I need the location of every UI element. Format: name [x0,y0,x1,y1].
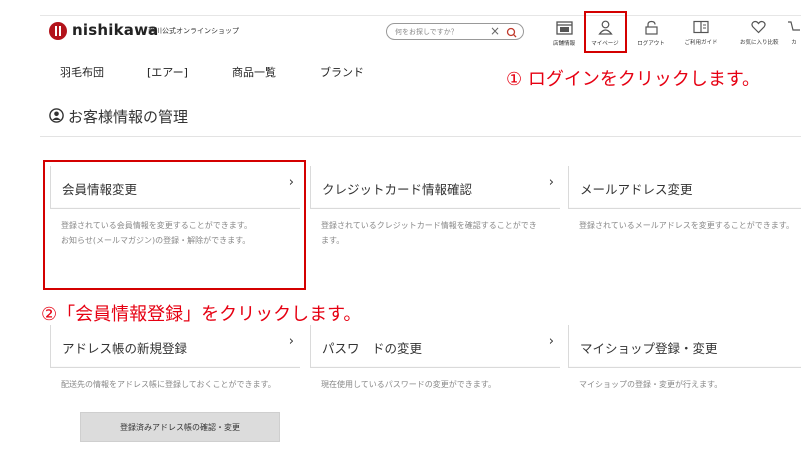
header-nav-cart[interactable]: カ [782,17,801,47]
title-divider [40,136,801,137]
header-top-rule [40,15,801,16]
chevron-right-icon: › [288,334,294,349]
card-header[interactable]: パスワ ドの変更 › [310,325,560,368]
search-icon[interactable] [505,27,519,38]
card-myshop[interactable]: マイショップ登録・変更 マイショップの登録・変更が行えます。 [568,325,801,392]
card-title: メールアドレス変更 [580,182,693,197]
user-circle-icon [49,108,64,123]
cart-icon [787,21,800,31]
annotation-step2: ②「会員情報登録」をクリックします。 [41,304,362,325]
mypage-highlight-box [584,11,627,53]
card-description: 配送先の情報をアドレス帳に登録しておくことができます。 [61,377,283,392]
card-desc-line: マイショップの登録・変更が行えます。 [579,380,723,389]
card-title: クレジットカード情報確認 [322,182,473,197]
card-description: 登録されているメールアドレスを変更することができます。 [579,218,801,233]
card-title: マイショップ登録・変更 [580,341,718,356]
card-desc-line: 現在使用しているパスワードの変更ができます。 [321,380,496,389]
card-password[interactable]: パスワ ドの変更 › 現在使用しているパスワードの変更ができます。 [310,325,560,392]
card-description: マイショップの登録・変更が行えます。 [579,377,801,392]
menu-item-products[interactable]: 商品一覧 [232,64,276,80]
card-header[interactable]: マイショップ登録・変更 [568,325,801,368]
header-nav-favorites[interactable]: お気に入り比較 [740,17,779,47]
card-desc-line: 配送先の情報をアドレス帳に登録しておくことができます。 [61,380,276,389]
header-nav-label: 店舗情報 [552,41,575,47]
card-title: パスワ ドの変更 [322,341,423,356]
menu-item-brand[interactable]: ブランド [320,64,364,80]
page-title: お客様情報の管理 [68,108,189,126]
header-nav-label: ログアウト [637,41,665,47]
card-header[interactable]: クレジットカード情報確認 › [310,166,560,209]
card-address-book[interactable]: アドレス帳の新規登録 › 配送先の情報をアドレス帳に登録しておくことができます。 [50,325,300,392]
card-header[interactable]: アドレス帳の新規登録 › [50,325,300,368]
menu-item-down-futon[interactable]: 羽毛布団 [60,64,104,80]
header-nav-label: お気に入り比較 [740,40,779,46]
annotation-step1: ① ログインをクリックします。 [506,69,761,90]
card-desc-line: 登録されているクレジットカード情報を確認することができます。 [321,221,537,245]
address-book-view-button[interactable]: 登録済みアドレス帳の確認・変更 [80,412,280,442]
book-icon [693,20,709,34]
store-icon [555,21,573,35]
card-email[interactable]: メールアドレス変更 登録されているメールアドレスを変更することができます。 [568,166,801,233]
search-box[interactable]: × [386,23,524,40]
card-desc-line: 登録されているメールアドレスを変更することができます。 [579,221,794,230]
card-title: アドレス帳の新規登録 [62,341,188,356]
member-info-highlight-box [43,160,306,290]
brand-name[interactable]: nishikawa [72,21,158,39]
chevron-right-icon: › [548,175,554,190]
chevron-right-icon: › [548,334,554,349]
clear-icon[interactable]: × [490,24,500,39]
header-nav-guide[interactable]: ご利用ガイド [683,17,719,47]
card-header[interactable]: メールアドレス変更 [568,166,801,209]
menu-item-air[interactable]: [エアー] [147,64,188,80]
heart-icon [750,20,766,34]
card-description: 登録されているクレジットカード情報を確認することができます。 [321,218,543,248]
header-nav-label: カ [791,40,797,46]
nishikawa-logo-icon[interactable] [49,22,67,40]
card-description: 現在使用しているパスワードの変更ができます。 [321,377,543,392]
header-nav-label: ご利用ガイド [684,40,718,46]
brand-subtitle: 西川公式オンラインショップ [148,27,239,35]
header-nav-store-info[interactable]: 店舗情報 [546,17,582,47]
search-input[interactable] [395,26,483,37]
lock-icon [644,20,658,35]
header-nav-logout[interactable]: ログアウト [633,17,669,47]
card-credit-card[interactable]: クレジットカード情報確認 › 登録されているクレジットカード情報を確認することが… [310,166,560,248]
